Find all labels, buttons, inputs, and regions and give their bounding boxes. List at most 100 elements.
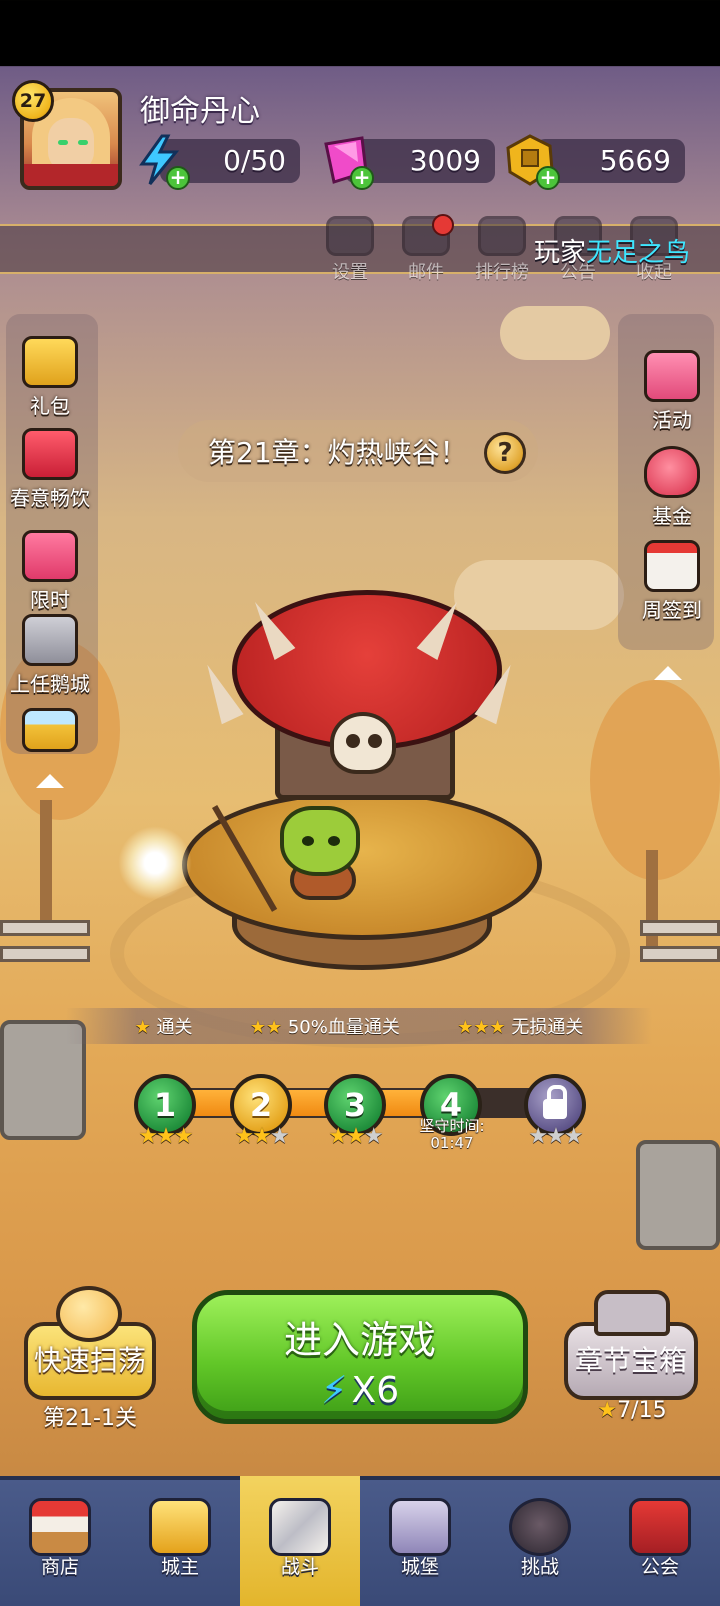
sidebar-item-gift[interactable]: 礼包 [0, 336, 100, 419]
cloud [500, 306, 610, 360]
chest-progress-value: 7/15 [617, 1398, 667, 1423]
cloud [454, 560, 624, 630]
floating-island[interactable] [182, 790, 542, 940]
nav-label: 战斗 [280, 1556, 319, 1578]
gem-icon[interactable]: + [316, 132, 374, 190]
fence [640, 920, 720, 936]
chapter-title: 第21章：灼热峡谷！ [208, 436, 468, 469]
sweep-stage-label: 第21-1关 [43, 1406, 137, 1431]
goblin-eye [302, 836, 314, 846]
add-energy-icon[interactable]: + [166, 166, 190, 190]
stage-number: 3 [343, 1086, 367, 1124]
treasure-chest-icon [594, 1290, 670, 1336]
gift-icon [22, 336, 78, 388]
avatar-eye-right [78, 140, 88, 145]
fence [0, 920, 90, 936]
help-button[interactable]: ? [484, 432, 526, 474]
stage-stars: ★★★ [234, 1124, 289, 1149]
nav-challenge[interactable]: 挑战 [480, 1476, 600, 1606]
skull-eye [368, 734, 382, 748]
star-icon: ★★★ [457, 1017, 506, 1038]
demon-helmet-icon [509, 1498, 571, 1556]
goblin-eye [328, 836, 340, 846]
stage-stars: ★★★ [328, 1124, 383, 1149]
nav-label: 城堡 [400, 1556, 439, 1578]
stage-stars: ★★★ [528, 1124, 583, 1149]
goblin-enemy[interactable] [280, 806, 360, 876]
sidebar-item-label: 周签到 [642, 598, 702, 622]
requirement-three-star: ★★★ 无损通关 [457, 1013, 583, 1039]
ticker-prefix: 玩家 [534, 238, 587, 268]
beer-mug-icon [22, 708, 78, 752]
shop-icon [29, 1498, 91, 1556]
star-icon: ★ [597, 1398, 618, 1423]
sidebar-item-label: 活动 [652, 408, 692, 432]
nav-label: 挑战 [520, 1556, 559, 1578]
gold-icon[interactable]: + [502, 132, 560, 190]
avatar-eye-left [58, 140, 68, 145]
expand-up-icon[interactable] [654, 666, 682, 680]
avatar-armor [24, 164, 118, 186]
star-icon: ★ [134, 1017, 151, 1038]
expand-up-icon[interactable] [36, 774, 64, 788]
sidebar-item-fund[interactable]: 基金 [622, 446, 720, 529]
mail-label: 邮件 [408, 262, 444, 283]
nav-label: 城主 [160, 1556, 199, 1578]
leaderboard-icon [478, 216, 526, 256]
enter-game-cost: ⚡ X6 [197, 1368, 523, 1412]
fence [640, 946, 720, 962]
add-gem-icon[interactable]: + [350, 166, 374, 190]
fund-bag-icon [644, 446, 700, 498]
rock [636, 1140, 720, 1250]
nav-battle[interactable]: 战斗 [240, 1476, 360, 1606]
chest-progress: ★7/15 [570, 1398, 694, 1423]
fence [0, 946, 90, 962]
crown-icon [149, 1498, 211, 1556]
nav-castle[interactable]: 城堡 [360, 1476, 480, 1606]
mail-notification-dot [432, 214, 454, 236]
drink-banner-icon [22, 428, 78, 480]
sidebar-item-beer[interactable] [0, 708, 100, 752]
skull-ornament [330, 712, 396, 774]
sidebar-item-label: 基金 [652, 504, 692, 528]
leaderboard-button[interactable]: 排行榜 [466, 216, 538, 283]
hold-time-value: 01:47 [430, 1134, 474, 1152]
energy-icon[interactable]: + [132, 132, 190, 190]
nav-label: 商店 [40, 1556, 79, 1578]
castle-tower-icon [22, 614, 78, 666]
star-icon: ★★ [249, 1017, 283, 1038]
sidebar-item-limited[interactable]: 限时 [0, 530, 100, 613]
skull-eye [346, 734, 360, 748]
hold-time-label: 坚守时间: [419, 1117, 485, 1135]
sidebar-item-label: 限时 [30, 588, 70, 612]
enter-game-label: 进入游戏 [283, 1318, 436, 1362]
stage-progress-fill [160, 1090, 446, 1116]
settings-label: 设置 [332, 262, 368, 283]
sidebar-item-spring-drink[interactable]: 春意畅饮 [0, 428, 100, 511]
sidebar-item-weekly-checkin[interactable]: 周签到 [622, 540, 720, 623]
calendar-check-icon [644, 540, 700, 592]
energy-cost: X6 [351, 1369, 400, 1411]
glowing-orb[interactable] [118, 826, 192, 900]
nav-label: 公会 [640, 1556, 679, 1578]
sidebar-item-castle-event[interactable]: 上任鹅城 [0, 614, 100, 697]
stage-stars: ★★★ [138, 1124, 193, 1149]
sidebar-item-label: 上任鹅城 [10, 672, 90, 696]
star-requirements: ★ 通关 ★★ 50%血量通关 ★★★ 无损通关 [66, 1008, 652, 1044]
settings-button[interactable]: 设置 [314, 216, 386, 283]
requirement-text: 无损通关 [511, 1017, 584, 1038]
nav-guild[interactable]: 公会 [600, 1476, 720, 1606]
nav-lord[interactable]: 城主 [120, 1476, 240, 1606]
add-gold-icon[interactable]: + [536, 166, 560, 190]
hold-time: 坚守时间: 01:47 [404, 1118, 500, 1152]
enter-game-button[interactable]: 进入游戏 ⚡ X6 [192, 1290, 528, 1424]
leaderboard-label: 排行榜 [475, 262, 529, 283]
limited-gift-icon [22, 530, 78, 582]
crossed-swords-icon [269, 1498, 331, 1556]
sidebar-item-event[interactable]: 活动 [622, 350, 720, 433]
requirement-text: 通关 [156, 1017, 193, 1038]
requirement-one-star: ★ 通关 [135, 1013, 193, 1039]
nav-shop[interactable]: 商店 [0, 1476, 120, 1606]
player-level-badge: 27 [12, 80, 54, 122]
sidebar-item-label: 礼包 [30, 394, 70, 418]
